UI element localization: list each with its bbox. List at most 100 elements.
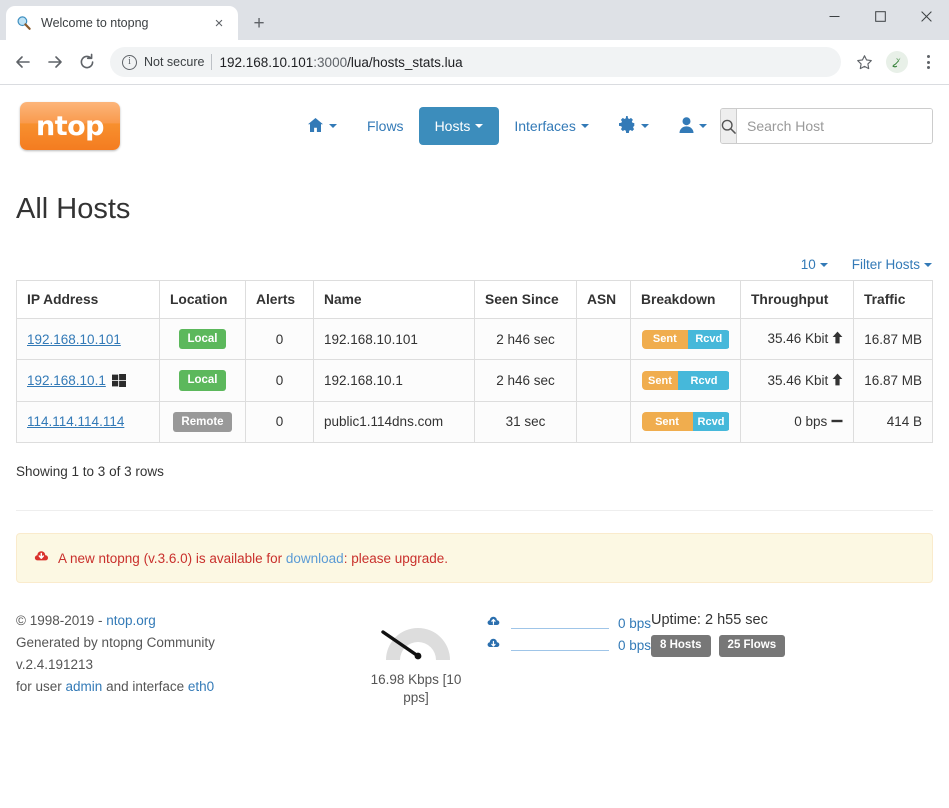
host-ip-link[interactable]: 192.168.10.1: [27, 373, 106, 388]
filter-hosts-label: Filter Hosts: [851, 257, 920, 272]
upload-rate-value: 0 bps: [617, 615, 651, 631]
download-link[interactable]: download: [286, 551, 344, 566]
upgrade-alert-text: A new ntopng (v.3.6.0) is available for …: [58, 551, 448, 566]
gear-icon: [618, 116, 636, 136]
cell-throughput: 0 bps: [740, 400, 854, 444]
user-prefix-text: for user: [16, 678, 66, 694]
column-header-traffic[interactable]: Traffic: [853, 280, 933, 319]
cell-traffic: 16.87 MB: [853, 317, 933, 361]
chevron-down-icon: [580, 124, 589, 128]
maximize-icon[interactable]: [857, 0, 903, 32]
column-header-seen-since[interactable]: Seen Since: [474, 280, 577, 319]
ntop-logo[interactable]: ntop: [20, 102, 120, 150]
location-badge: Local: [179, 329, 226, 350]
cell-ip-address[interactable]: 192.168.10.1: [16, 359, 160, 402]
user-link[interactable]: admin: [66, 679, 103, 694]
breakdown-bar: Sent Rcvd: [641, 412, 730, 432]
showing-rows-text: Showing 1 to 3 of 3 rows: [16, 464, 164, 480]
nav-item-home[interactable]: [292, 107, 352, 146]
cloud-download-icon: [486, 637, 502, 653]
stat-pills: 8 Hosts 25 Flows: [651, 635, 786, 657]
search-host-box[interactable]: [720, 108, 933, 144]
hosts-count-badge[interactable]: 8 Hosts: [651, 635, 711, 657]
gauge-label: 16.98 Kbps [10 pps]: [370, 672, 462, 706]
table-row[interactable]: 114.114.114.114 Remote 0 public1.114dns.com…: [16, 400, 933, 444]
kebab-menu-icon[interactable]: [915, 47, 941, 77]
cell-traffic: 16.87 MB: [853, 359, 933, 402]
cell-name: public1.114dns.com: [313, 400, 475, 444]
url-path: /lua/hosts_stats.lua: [347, 54, 463, 70]
chevron-down-icon: [819, 262, 828, 267]
home-icon: [307, 117, 324, 136]
column-header-alerts[interactable]: Alerts: [245, 280, 314, 319]
cloud-upload-icon: [486, 615, 502, 631]
address-bar[interactable]: i Not secure 192.168.10.101:3000/lua/hos…: [110, 47, 841, 77]
column-header-breakdown[interactable]: Breakdown: [630, 280, 741, 319]
ntop-org-link[interactable]: ntop.org: [106, 613, 156, 628]
cell-seen-since: 31 sec: [474, 400, 577, 444]
nav-item-hosts[interactable]: Hosts: [418, 107, 500, 145]
search-input[interactable]: [737, 109, 932, 143]
cell-breakdown[interactable]: Sent Rcvd: [630, 359, 741, 402]
cell-breakdown[interactable]: Sent Rcvd: [630, 317, 741, 361]
table-row[interactable]: 192.168.10.101 Local 0 192.168.10.101 2 h46 …: [16, 317, 933, 361]
page-size-dropdown[interactable]: 10: [801, 257, 828, 272]
host-ip-link[interactable]: 114.114.114.114: [27, 414, 124, 429]
flows-count-badge[interactable]: 25 Flows: [718, 635, 786, 657]
download-alert-icon: [33, 549, 50, 567]
page-title: All Hosts: [16, 193, 131, 225]
back-arrow-icon[interactable]: [8, 47, 38, 77]
nav-menu: Flows Hosts Interfaces: [292, 106, 722, 146]
window-controls: [811, 0, 949, 32]
footer-uptime: Uptime: 2 h55 sec 8 Hosts 25 Flows: [651, 610, 786, 707]
cell-ip-address[interactable]: 192.168.10.101: [16, 317, 160, 361]
page-content: ntop Flows Hosts Interfaces Search Host …: [0, 85, 949, 808]
nav-item-flows[interactable]: Flows: [352, 108, 419, 144]
user-icon: [679, 116, 694, 136]
cell-name: 192.168.10.1: [313, 359, 475, 402]
browser-toolbar: i Not secure 192.168.10.101:3000/lua/hos…: [0, 40, 949, 85]
uptime-text: Uptime: 2 h55 sec: [651, 612, 768, 629]
chevron-down-icon: [640, 124, 649, 128]
minimize-icon[interactable]: [811, 0, 857, 32]
table-toolbar: 10 Filter Hosts: [16, 257, 933, 272]
column-header-name[interactable]: Name: [313, 280, 475, 319]
browser-window: Welcome to ntopng × + i Not secure 192.1…: [0, 0, 949, 808]
nav-item-settings[interactable]: [604, 106, 664, 146]
column-header-location[interactable]: Location: [159, 280, 246, 319]
info-circle-icon[interactable]: i: [122, 54, 137, 70]
page-footer: © 1998-2019 - ntop.org Generated by ntop…: [16, 610, 933, 717]
tab-title: Welcome to ntopng: [41, 16, 149, 30]
reload-icon[interactable]: [72, 47, 102, 77]
breakdown-rcvd: Rcvd: [688, 329, 730, 349]
cell-asn: [576, 317, 631, 361]
footer-rates: 0 bps 0 bps: [486, 610, 651, 707]
footer-credits: © 1998-2019 - ntop.org Generated by ntop…: [16, 610, 346, 707]
url-host: 192.168.10.101: [219, 54, 314, 70]
forward-arrow-icon[interactable]: [40, 47, 70, 77]
star-icon[interactable]: [849, 47, 879, 77]
cell-breakdown[interactable]: Sent Rcvd: [630, 400, 741, 444]
new-tab-button[interactable]: +: [245, 9, 273, 37]
generated-by-text: Generated by ntopng Community: [16, 634, 215, 650]
close-icon[interactable]: ×: [210, 14, 228, 32]
cell-ip-address[interactable]: 114.114.114.114: [16, 400, 160, 444]
cell-location: Local: [159, 359, 246, 402]
upgrade-alert: A new ntopng (v.3.6.0) is available for …: [16, 533, 933, 584]
nav-item-user[interactable]: [664, 107, 722, 146]
filter-hosts-dropdown[interactable]: Filter Hosts: [852, 257, 932, 272]
browser-tab[interactable]: Welcome to ntopng ×: [6, 6, 238, 40]
close-icon[interactable]: [903, 0, 949, 32]
extension-icon[interactable]: [886, 51, 908, 73]
page-size-value: 10: [800, 257, 816, 272]
column-header-asn[interactable]: ASN: [576, 280, 631, 319]
table-head: IP Address Location Alerts Name Seen Sin…: [16, 280, 933, 319]
host-ip-link[interactable]: 192.168.10.101: [27, 332, 121, 347]
interface-link[interactable]: eth0: [188, 679, 214, 694]
column-header-ip-address[interactable]: IP Address: [16, 280, 160, 319]
nav-item-interfaces[interactable]: Interfaces: [499, 108, 603, 144]
table-row[interactable]: 192.168.10.1 Local 0 192.168.10.1 2 h46 sec S…: [16, 359, 933, 402]
search-icon[interactable]: [721, 109, 737, 143]
version-text: v.2.4.191213: [16, 656, 94, 672]
column-header-throughput[interactable]: Throughput: [740, 280, 854, 319]
